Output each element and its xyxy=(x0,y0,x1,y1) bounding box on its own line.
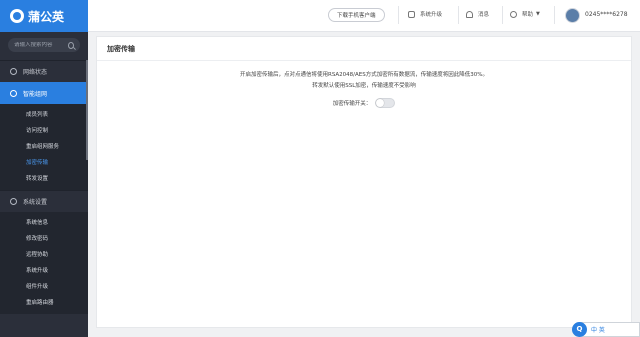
nav-group-label: 网络状态 xyxy=(23,69,48,76)
encryption-toggle[interactable] xyxy=(375,98,396,108)
help-menu[interactable]: 帮助 ▼ xyxy=(510,10,540,18)
divider xyxy=(554,6,555,24)
encryption-toggle-label: 加密传输开关： xyxy=(332,101,372,107)
page-title: 加密传输 xyxy=(97,37,631,61)
divider xyxy=(502,6,503,24)
ime-toolbar[interactable]: Q 中 英 xyxy=(572,322,640,337)
dandelion-logo-icon xyxy=(10,9,24,23)
sidebar-item-encrypted-transfer[interactable]: 加密传输 xyxy=(0,155,88,171)
system-upgrade-link[interactable]: 系统升级 xyxy=(408,10,442,18)
sidebar-item-restart-network[interactable]: 重启组网服务 xyxy=(0,139,88,155)
search-box xyxy=(8,38,80,52)
encryption-toggle-row: 加密传输开关： xyxy=(97,98,631,108)
brand-logo[interactable]: 蒲公英 xyxy=(0,0,88,32)
ime-logo-icon: Q xyxy=(572,322,587,337)
help-icon xyxy=(510,10,517,18)
nav-group-label: 系统设置 xyxy=(23,199,48,206)
description-line-1: 开启加密传输后，点对点通信将使用RSA2048/AES方式加密所有数据流，传输速… xyxy=(240,72,488,78)
sidebar-item-component-upgrade[interactable]: 组件升级 xyxy=(0,279,88,295)
gear-icon xyxy=(10,198,17,205)
sidebar-item-forward-settings[interactable]: 转发设置 xyxy=(0,171,88,187)
nav-group-label: 智能组网 xyxy=(23,90,48,98)
smart-network-icon xyxy=(10,89,17,97)
search-icon[interactable] xyxy=(68,41,74,49)
messages-label: 消息 xyxy=(478,12,490,18)
toggle-knob xyxy=(376,99,385,107)
lock-icon xyxy=(408,10,415,18)
nav-group-system-settings[interactable]: 系统设置 xyxy=(0,190,88,212)
description-line-2: 转发默认使用SSL加密，传输速度不受影响 xyxy=(312,83,416,89)
help-label: 帮助 xyxy=(522,12,534,18)
sidebar-item-remote-assist[interactable]: 远程协助 xyxy=(0,247,88,263)
topbar: 下载手机客户端 系统升级 消息 帮助 ▼ 0245****6278 xyxy=(88,0,640,32)
brand-name: 蒲公英 xyxy=(28,9,65,24)
smart-network-submenu: 成员列表 访问控制 重启组网服务 加密传输 转发设置 xyxy=(0,104,88,190)
system-settings-submenu: 系统信息 修改密码 远程协助 系统升级 组件升级 重启路由器 xyxy=(0,212,88,314)
messages-link[interactable]: 消息 xyxy=(466,10,489,18)
sidebar-item-system-upgrade[interactable]: 系统升级 xyxy=(0,263,88,279)
avatar[interactable] xyxy=(565,8,580,23)
system-upgrade-label: 系统升级 xyxy=(420,12,443,18)
divider xyxy=(458,6,459,24)
ime-mode[interactable]: 中 英 xyxy=(591,325,605,334)
chevron-down-icon: ▼ xyxy=(536,11,540,17)
user-menu[interactable]: 0245****6278 xyxy=(585,11,628,18)
sidebar-item-members[interactable]: 成员列表 xyxy=(0,107,88,123)
nav-group-smart-network[interactable]: 智能组网 xyxy=(0,82,88,104)
download-app-button[interactable]: 下载手机客户端 xyxy=(328,8,385,22)
bell-icon xyxy=(466,10,473,18)
sidebar-item-change-password[interactable]: 修改密码 xyxy=(0,231,88,247)
username: 0245****6278 xyxy=(585,11,628,18)
sidebar-item-access-control[interactable]: 访问控制 xyxy=(0,123,88,139)
sidebar: 蒲公英 网络状态 智能组网 成员列表 访问控制 重启组网服务 加密传输 转发设置… xyxy=(0,0,88,337)
divider xyxy=(398,6,399,24)
search-input[interactable] xyxy=(14,42,68,48)
nav-group-network-status[interactable]: 网络状态 xyxy=(0,60,88,82)
network-status-icon xyxy=(10,68,17,75)
sidebar-item-system-info[interactable]: 系统信息 xyxy=(0,215,88,231)
sidebar-scrollbar[interactable] xyxy=(86,60,88,160)
description: 开启加密传输后，点对点通信将使用RSA2048/AES方式加密所有数据流，传输速… xyxy=(97,70,631,92)
content-card: 加密传输 开启加密传输后，点对点通信将使用RSA2048/AES方式加密所有数据… xyxy=(96,36,632,328)
sidebar-item-restart-router[interactable]: 重启路由器 xyxy=(0,295,88,311)
